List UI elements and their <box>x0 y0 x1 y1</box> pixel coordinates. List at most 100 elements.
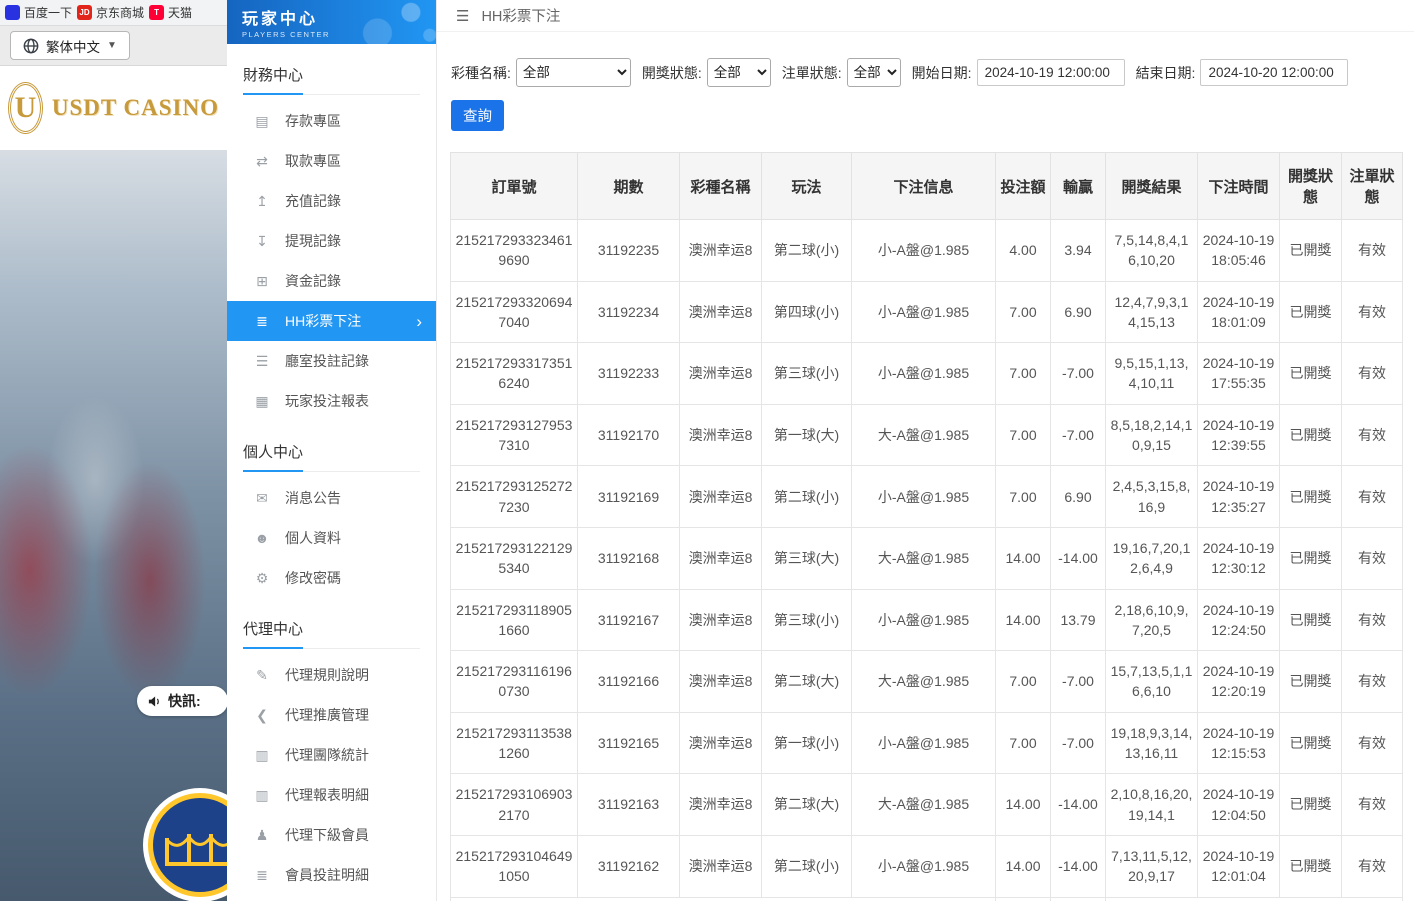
sidebar-item-label: 取款專區 <box>285 151 341 171</box>
query-button[interactable]: 查詢 <box>451 100 504 131</box>
page-title: HH彩票下注 <box>481 5 560 26</box>
sidebar-item[interactable]: ⊞資金記錄 <box>227 261 436 301</box>
sidebar-item[interactable]: ▦玩家投注報表 <box>227 381 436 421</box>
table-row: 215217293116196073031192166澳洲幸运8第二球(大)大-… <box>451 651 1403 713</box>
cell-period: 31192165 <box>578 712 680 774</box>
cell-lottery-name: 澳洲幸运8 <box>680 527 762 589</box>
col-header-bet-info: 下注信息 <box>852 153 996 220</box>
lottery-bet-icon: ≣ <box>254 313 270 330</box>
player-report-icon: ▦ <box>254 393 270 410</box>
draw-status-select[interactable]: 全部 <box>707 58 771 87</box>
cell-order-no: 2152172931135381260 <box>451 712 578 774</box>
start-date-input[interactable] <box>977 59 1125 86</box>
order-status-label: 注單狀態: <box>782 63 842 83</box>
hamburger-menu-icon[interactable]: ☰ <box>456 7 469 25</box>
cell-win-loss: 6.90 <box>1051 281 1106 343</box>
cell-bet-info: 小-A盤@1.985 <box>852 589 996 651</box>
cell-order-no: 2152172931046491050 <box>451 835 578 897</box>
cell-bet-time: 2024-10-19 18:01:09 <box>1198 281 1280 343</box>
cell-draw-status: 已開獎 <box>1280 774 1342 836</box>
sidebar-item[interactable]: ≣會員投註明細 <box>227 855 436 895</box>
table-row: 215217293323461969031192235澳洲幸运8第二球(小)小-… <box>451 220 1403 282</box>
table-row: 215217293320694704031192234澳洲幸运8第四球(小)小-… <box>451 281 1403 343</box>
screen: 百度一下JD京东商城T天猫 繁体中文 ▼ U USDT CASINO 快訊: <box>0 0 1414 901</box>
language-bar: 繁体中文 ▼ <box>0 26 227 66</box>
sidebar-item[interactable]: ❮代理推廣管理 <box>227 695 436 735</box>
cell-win-loss: -7.00 <box>1051 651 1106 713</box>
agent-members-icon: ♟ <box>254 827 270 844</box>
sidebar-item[interactable]: ♟代理下級會員 <box>227 815 436 855</box>
jd-favicon: JD <box>77 5 92 20</box>
sidebar-item[interactable]: ▥代理團隊統計 <box>227 735 436 775</box>
cell-lottery-name: 澳洲幸运8 <box>680 835 762 897</box>
cell-draw-result: 7,13,11,5,12,20,9,17 <box>1106 835 1198 897</box>
sidebar-item[interactable]: ☻個人資料 <box>227 518 436 558</box>
filter-bar: 彩種名稱: 全部 開獎狀態: 全部 注單狀態: 全部 開始日期: 結束日期: <box>437 32 1414 87</box>
bookmark-item[interactable]: JD京东商城 <box>77 4 144 21</box>
cell-order-status: 有效 <box>1342 651 1403 713</box>
sidebar-item[interactable]: ≣會員交易明細 <box>227 895 436 901</box>
casino-brand-name: USDT CASINO <box>52 95 219 121</box>
cell-bet-amount: 7.00 <box>996 343 1051 405</box>
sidebar-item[interactable]: ↥充值記錄 <box>227 181 436 221</box>
sidebar-item-label: HH彩票下注 <box>285 311 361 331</box>
summary-bet-total: 102.00 <box>996 897 1051 901</box>
lottery-name-select[interactable]: 全部 <box>516 58 631 87</box>
summary-label: 當前頁統計 <box>451 897 996 901</box>
sidebar-item-label: 修改密碼 <box>285 568 341 588</box>
cell-play-type: 第二球(大) <box>762 651 852 713</box>
cell-period: 31192163 <box>578 774 680 836</box>
sidebar-item[interactable]: ▤存款專區 <box>227 101 436 141</box>
cell-draw-result: 2,10,8,16,20,19,14,1 <box>1106 774 1198 836</box>
main-content: ☰ HH彩票下注 彩種名稱: 全部 開獎狀態: 全部 注單狀態: 全部 開始日期… <box>437 0 1414 901</box>
cell-bet-time: 2024-10-19 18:05:46 <box>1198 220 1280 282</box>
cell-bet-amount: 7.00 <box>996 466 1051 528</box>
sidebar-item-label: 存款專區 <box>285 111 341 131</box>
sidebar-item[interactable]: ☰廳室投註記錄 <box>227 341 436 381</box>
table-row: 215217293113538126031192165澳洲幸运8第一球(小)小-… <box>451 712 1403 774</box>
sidebar-item-label: 充值記錄 <box>285 191 341 211</box>
end-date-input[interactable] <box>1200 59 1348 86</box>
cell-order-status: 有效 <box>1342 466 1403 528</box>
cell-lottery-name: 澳洲幸运8 <box>680 281 762 343</box>
cell-order-no: 2152172931252727230 <box>451 466 578 528</box>
cell-play-type: 第一球(小) <box>762 712 852 774</box>
cashout-record-icon: ↧ <box>254 233 270 250</box>
sidebar-item[interactable]: ≣HH彩票下注› <box>227 301 436 341</box>
sidebar-item[interactable]: ⇄取款專區 <box>227 141 436 181</box>
language-selector-button[interactable]: 繁体中文 ▼ <box>10 31 130 60</box>
query-row: 查詢 <box>437 87 1414 131</box>
sidebar-item-label: 代理推廣管理 <box>285 705 369 725</box>
cell-period: 31192162 <box>578 835 680 897</box>
bookmark-item[interactable]: T天猫 <box>149 4 192 21</box>
cell-lottery-name: 澳洲幸运8 <box>680 712 762 774</box>
sidebar-item[interactable]: ✎代理規則說明 <box>227 655 436 695</box>
cell-order-status: 有效 <box>1342 527 1403 589</box>
cell-bet-amount: 14.00 <box>996 527 1051 589</box>
cell-bet-amount: 7.00 <box>996 712 1051 774</box>
cell-order-status: 有效 <box>1342 404 1403 466</box>
table-row: 215217293122129534031192168澳洲幸运8第三球(大)大-… <box>451 527 1403 589</box>
order-status-select[interactable]: 全部 <box>847 58 901 87</box>
cell-lottery-name: 澳洲幸运8 <box>680 589 762 651</box>
sidebar-item[interactable]: ✉消息公告 <box>227 478 436 518</box>
sidebar-item[interactable]: ▥代理報表明細 <box>227 775 436 815</box>
member-bet-detail-icon: ≣ <box>254 867 270 884</box>
cell-order-no: 2152172931279537310 <box>451 404 578 466</box>
cell-order-status: 有效 <box>1342 343 1403 405</box>
sidebar-item[interactable]: ↧提現記錄 <box>227 221 436 261</box>
summary-empty-cell <box>1106 897 1403 901</box>
filter-order-status: 注單狀態: 全部 <box>782 58 901 87</box>
cell-draw-status: 已開獎 <box>1280 712 1342 774</box>
sidebar-item[interactable]: ⚙修改密碼 <box>227 558 436 598</box>
agent-rules-icon: ✎ <box>254 667 270 684</box>
sidebar-header: 玩家中心 PLAYERS CENTER <box>227 0 436 44</box>
cell-play-type: 第三球(小) <box>762 589 852 651</box>
bookmark-item[interactable]: 百度一下 <box>5 4 72 21</box>
sidebar-title: 玩家中心 <box>242 5 436 29</box>
cell-win-loss: -14.00 <box>1051 527 1106 589</box>
cell-draw-status: 已開獎 <box>1280 220 1342 282</box>
col-header-win-loss: 輸贏 <box>1051 153 1106 220</box>
cell-bet-amount: 7.00 <box>996 404 1051 466</box>
sidebar-section-title: 財務中心 <box>243 64 420 95</box>
